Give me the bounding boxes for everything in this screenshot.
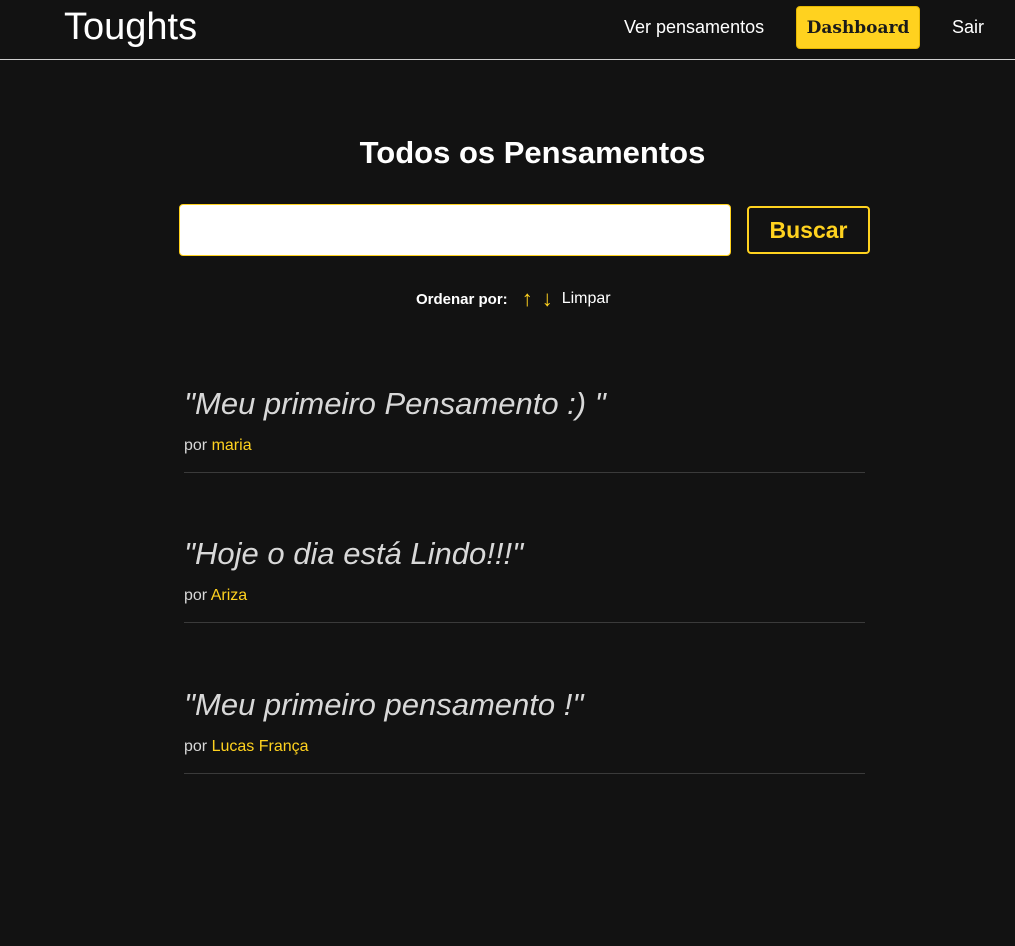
author-name[interactable]: Ariza <box>211 587 247 604</box>
search-input[interactable] <box>179 204 731 256</box>
arrow-up-icon[interactable]: ↑ <box>522 288 533 310</box>
thought-quote: "Meu primeiro Pensamento :) " <box>184 386 606 421</box>
navbar: Toughts Ver pensamentos Dashboard Sair <box>0 0 1015 60</box>
thought-author-line: por Ariza <box>184 586 247 606</box>
thought-author-line: por maria <box>184 436 252 456</box>
nav-dashboard-button[interactable]: Dashboard <box>796 6 920 49</box>
by-label: por <box>184 738 208 755</box>
nav-ver-pensamentos-link[interactable]: Ver pensamentos <box>624 16 764 38</box>
page-title: Todos os Pensamentos <box>359 135 706 170</box>
clear-order-link[interactable]: Limpar <box>562 290 611 308</box>
thought-quote: "Meu primeiro pensamento !" <box>184 687 584 722</box>
by-label: por <box>184 437 208 454</box>
brand-logo[interactable]: Toughts <box>64 5 197 49</box>
thought-item: "Meu primeiro Pensamento :) " por maria <box>184 385 865 473</box>
author-name[interactable]: Lucas França <box>212 738 309 755</box>
search-button[interactable]: Buscar <box>747 206 870 254</box>
thought-item: "Meu primeiro pensamento !" por Lucas Fr… <box>184 686 865 774</box>
arrow-down-icon[interactable]: ↓ <box>542 288 553 310</box>
order-controls: Ordenar por: ↑ ↓ Limpar <box>416 288 611 310</box>
nav-sair-link[interactable]: Sair <box>952 16 984 38</box>
by-label: por <box>184 587 208 604</box>
thought-author-line: por Lucas França <box>184 737 309 757</box>
author-name[interactable]: maria <box>212 437 252 454</box>
thought-quote: "Hoje o dia está Lindo!!!" <box>184 536 524 571</box>
order-label: Ordenar por: <box>416 290 508 308</box>
thought-item: "Hoje o dia está Lindo!!!" por Ariza <box>184 535 865 623</box>
